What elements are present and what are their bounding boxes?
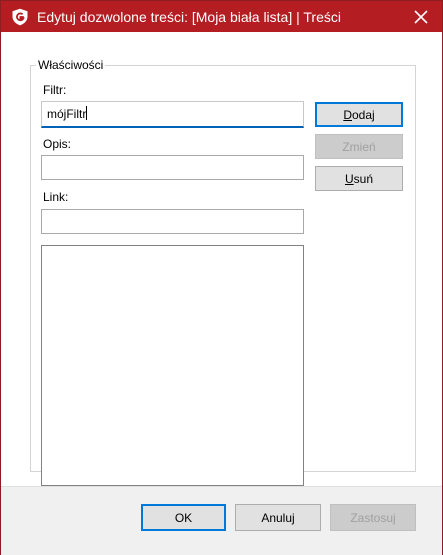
change-button-label: Zmień xyxy=(342,139,376,154)
ok-button-label: OK xyxy=(174,510,193,525)
description-input[interactable] xyxy=(41,155,304,180)
filter-label: Filtr: xyxy=(43,83,67,97)
window-title: Edytuj dozwolone treści: [Moja biała lis… xyxy=(37,9,341,25)
remove-button-label: Usuń xyxy=(344,171,374,186)
description-label: Opis: xyxy=(43,137,72,151)
cancel-button-label: Anuluj xyxy=(261,510,295,525)
change-button[interactable]: Zmień xyxy=(315,134,403,159)
text-caret xyxy=(86,106,88,120)
dialog-footer: OK Anuluj Zastosuj xyxy=(1,486,442,555)
apply-button[interactable]: Zastosuj xyxy=(330,504,416,531)
cancel-button[interactable]: Anuluj xyxy=(235,504,321,531)
close-button[interactable] xyxy=(400,1,442,32)
link-label: Link: xyxy=(43,190,69,204)
title-bar[interactable]: Edytuj dozwolone treści: [Moja biała lis… xyxy=(1,1,442,32)
close-icon xyxy=(414,9,428,24)
add-button-label: Dodaj xyxy=(343,107,375,122)
filter-list[interactable] xyxy=(41,245,304,486)
g-data-shield-icon xyxy=(12,8,28,26)
properties-group-label: Właściwości xyxy=(36,58,106,72)
apply-button-label: Zastosuj xyxy=(350,510,396,525)
dialog-content: Właściwości Filtr: mójFiltr Opis: Link: … xyxy=(1,32,442,486)
link-input[interactable] xyxy=(41,209,304,234)
dialog-window: Edytuj dozwolone treści: [Moja biała lis… xyxy=(0,0,443,555)
filter-input[interactable]: mójFiltr xyxy=(41,101,304,128)
ok-button[interactable]: OK xyxy=(141,504,226,531)
remove-button[interactable]: Usuń xyxy=(315,166,403,191)
add-button[interactable]: Dodaj xyxy=(315,102,403,127)
filter-value: mójFiltr xyxy=(47,107,87,121)
